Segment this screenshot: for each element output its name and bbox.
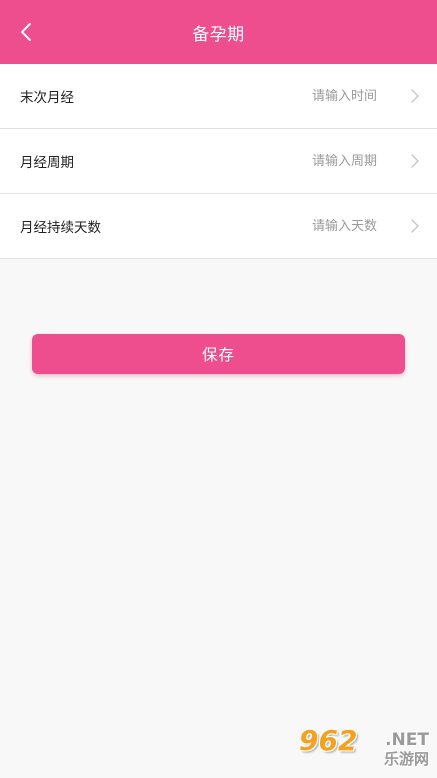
site-watermark: 962 .NET 乐游网 [297,726,431,772]
chevron-right-icon [411,219,419,233]
page-title: 备孕期 [192,24,245,45]
app-header: 备孕期 [0,0,437,64]
back-button[interactable] [6,12,46,52]
save-button[interactable]: 保存 [32,334,405,374]
chevron-right-icon [411,154,419,168]
last-period-input[interactable] [257,88,377,104]
last-period-label: 末次月经 [20,90,74,106]
period-duration-label: 月经持续天数 [20,220,101,236]
cycle-length-label: 月经周期 [20,155,74,171]
chevron-right-icon [411,89,419,103]
cycle-form: 末次月经 月经周期 月经持续天数 [0,64,437,259]
period-duration-row[interactable]: 月经持续天数 [0,194,437,259]
watermark-suffix: .NET [385,730,429,750]
cycle-length-row[interactable]: 月经周期 [0,129,437,194]
watermark-digits: 962 [299,724,358,757]
cycle-length-input[interactable] [257,153,377,169]
last-period-row[interactable]: 末次月经 [0,64,437,129]
watermark-site-name: 乐游网 [383,750,429,768]
period-duration-input[interactable] [257,218,377,234]
chevron-left-icon [21,23,31,41]
